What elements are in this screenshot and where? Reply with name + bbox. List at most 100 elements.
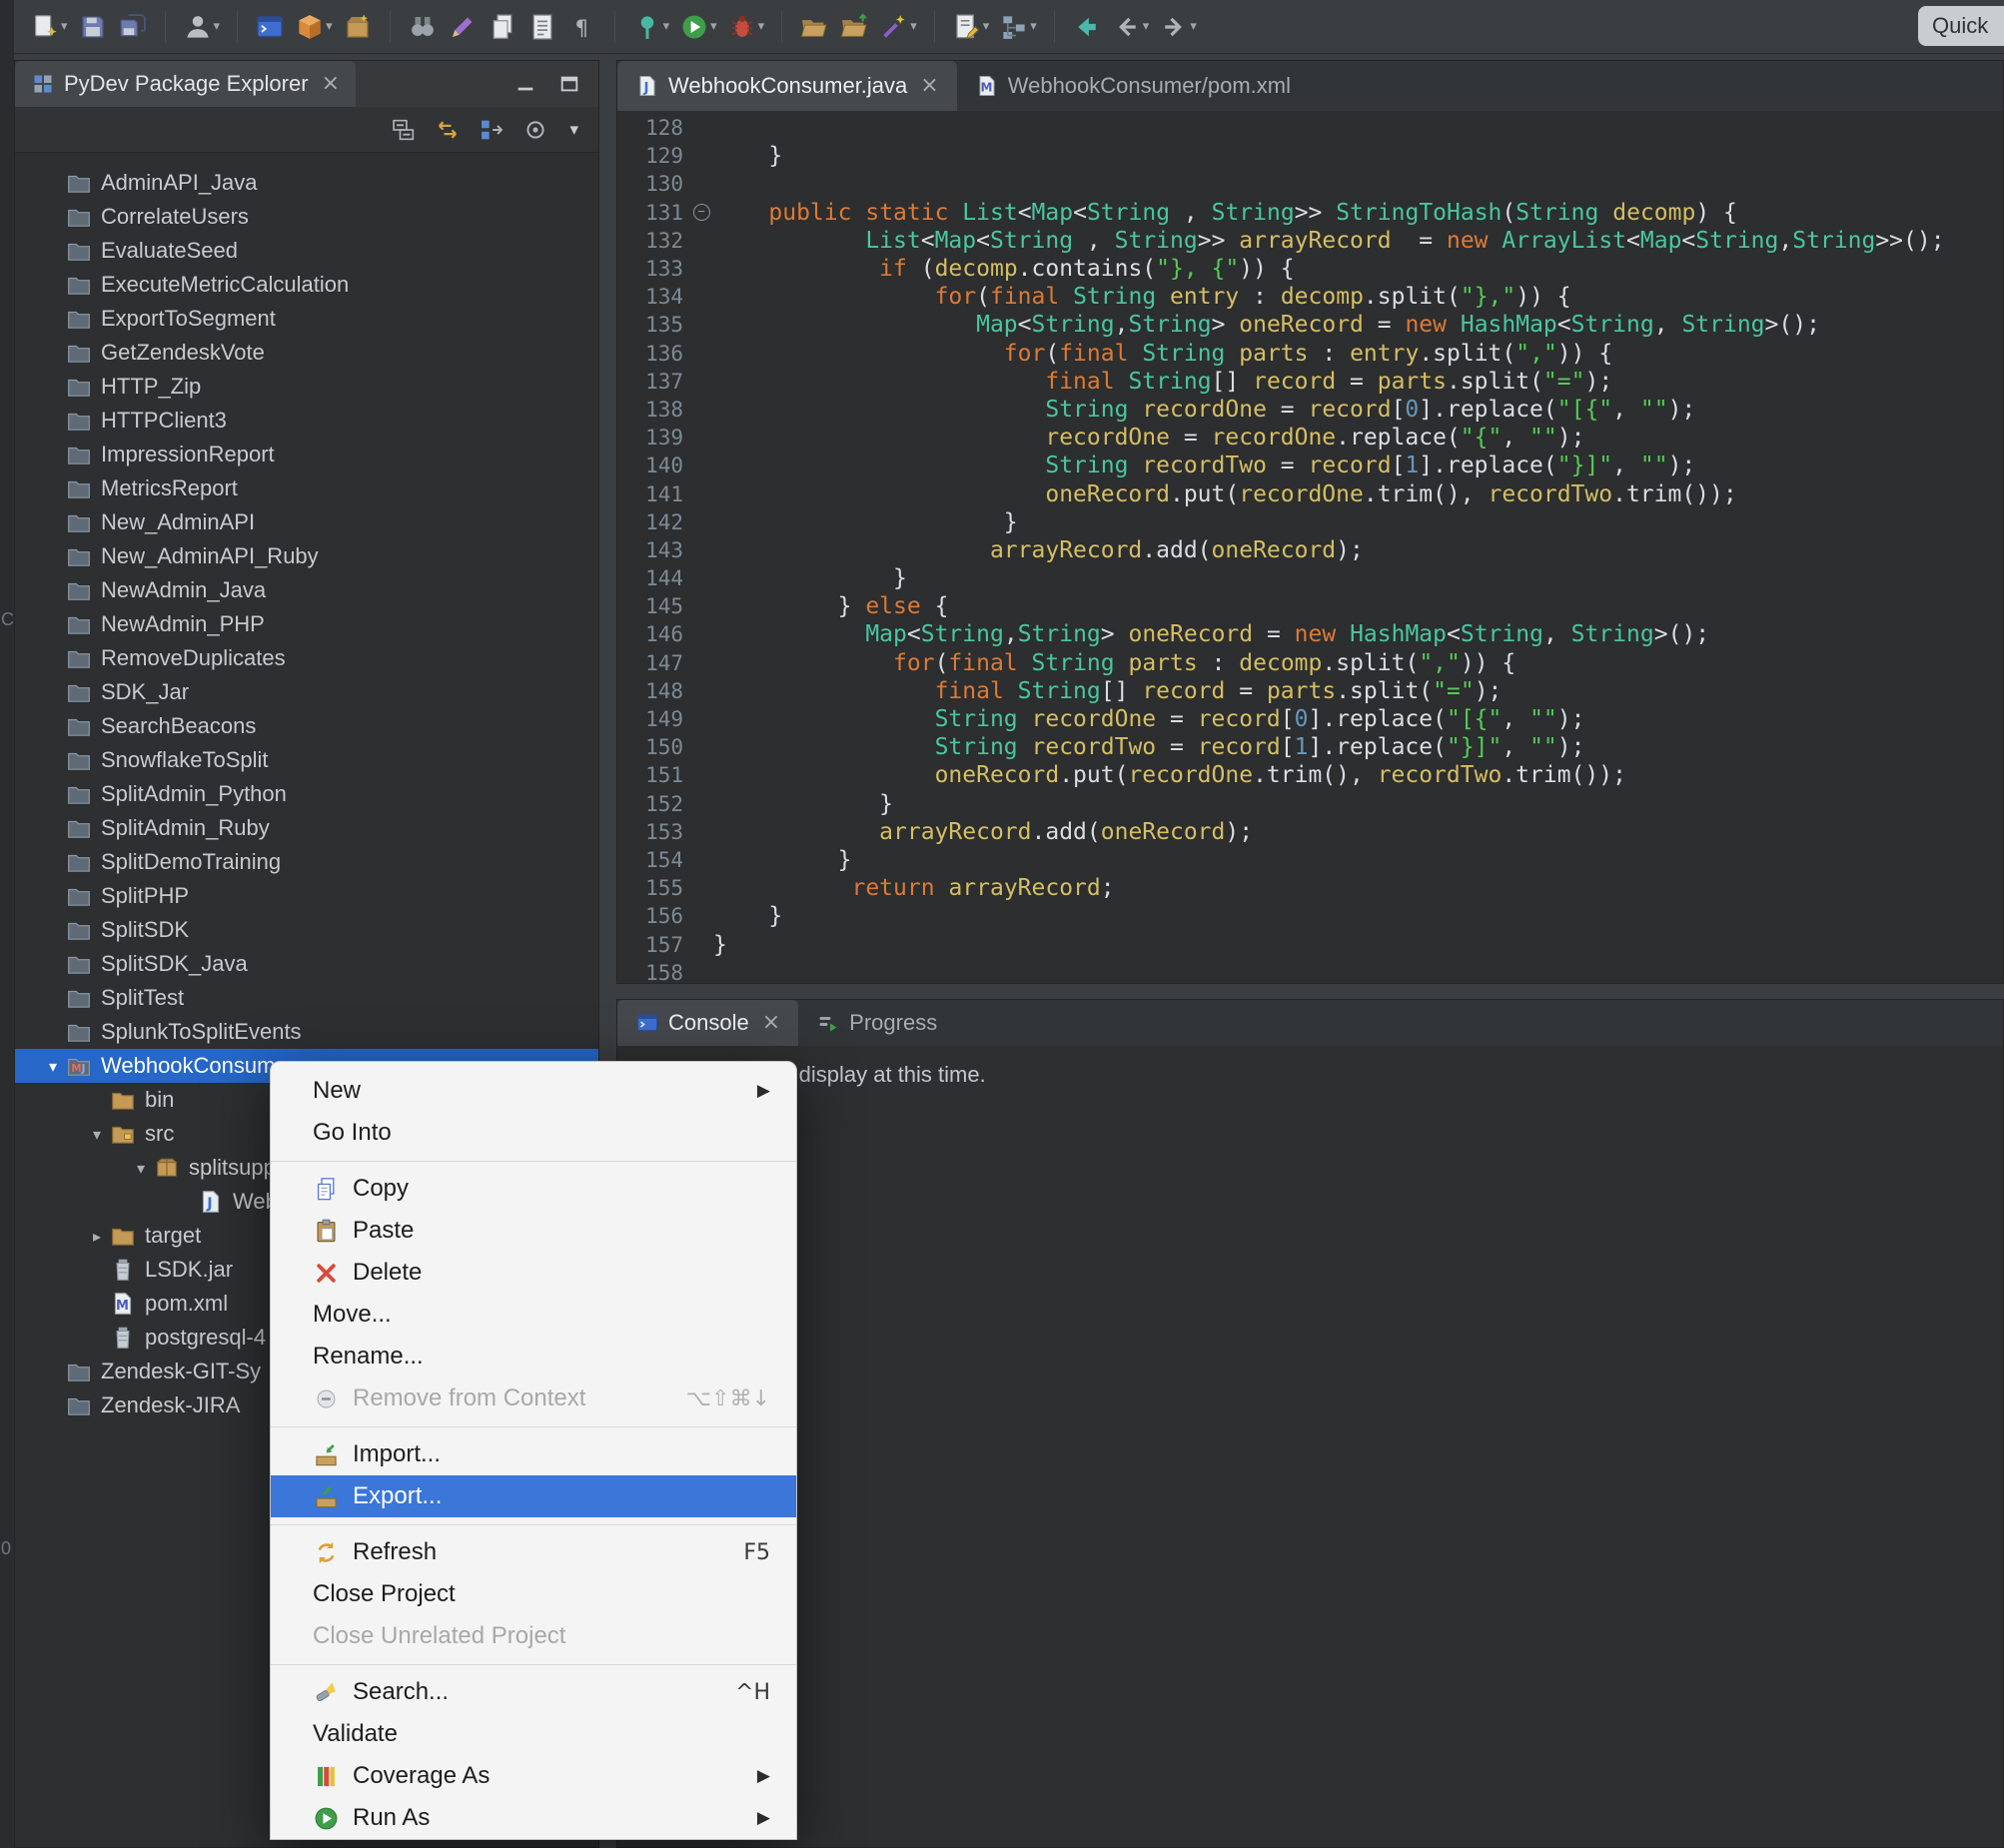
toolbar-group: ▾ bbox=[797, 10, 919, 44]
menu-item-new[interactable]: New▶ bbox=[271, 1070, 796, 1112]
menu-item-search-[interactable]: Search...^H bbox=[271, 1671, 796, 1713]
back-teal-button[interactable] bbox=[1070, 10, 1104, 44]
menu-item-paste[interactable]: Paste bbox=[271, 1210, 796, 1252]
chevron-down-icon[interactable]: ▾ bbox=[1143, 19, 1150, 34]
save-all-button[interactable] bbox=[116, 10, 150, 44]
chevron-down-icon[interactable]: ▾ bbox=[1030, 19, 1037, 34]
tree-item-SDK_Jar[interactable]: SDK_Jar bbox=[15, 675, 598, 709]
tree-item-HTTPClient3[interactable]: HTTPClient3 bbox=[15, 404, 598, 438]
tree-item-SplitDemoTraining[interactable]: SplitDemoTraining bbox=[15, 845, 598, 879]
collapse-all-button[interactable] bbox=[388, 114, 420, 146]
explorer-tab[interactable]: PyDev Package Explorer × bbox=[15, 61, 356, 107]
chevron-down-icon[interactable]: ▾ bbox=[663, 19, 670, 34]
chevron-down-icon[interactable]: ▾ bbox=[983, 19, 990, 34]
package-button[interactable]: ▾ bbox=[293, 10, 335, 44]
tree-item-GetZendeskVote[interactable]: GetZendeskVote bbox=[15, 336, 598, 370]
minimize-icon[interactable] bbox=[514, 73, 536, 95]
close-icon[interactable]: × bbox=[762, 1012, 780, 1034]
chevron-down-icon[interactable]: ▾ bbox=[710, 19, 717, 34]
menu-item-close-project[interactable]: Close Project bbox=[271, 1573, 796, 1615]
close-icon[interactable]: × bbox=[920, 75, 938, 97]
chevron-down-icon[interactable]: ▾ bbox=[214, 19, 221, 34]
tree-item-SplitAdmin_Python[interactable]: SplitAdmin_Python bbox=[15, 777, 598, 811]
pen-button[interactable] bbox=[446, 10, 480, 44]
arrow-right-button[interactable]: ▾ bbox=[1157, 10, 1199, 44]
tree-item-HTTP_Zip[interactable]: HTTP_Zip bbox=[15, 370, 598, 404]
tab-Console[interactable]: Console× bbox=[617, 1000, 798, 1046]
menu-item-rename-[interactable]: Rename... bbox=[271, 1336, 796, 1378]
chevron-down-icon[interactable]: ▾ bbox=[910, 19, 917, 34]
watch-button[interactable] bbox=[406, 10, 440, 44]
maximize-icon[interactable] bbox=[558, 73, 580, 95]
focus-button[interactable] bbox=[519, 114, 551, 146]
chevron-down-icon[interactable]: ▾ bbox=[61, 19, 68, 34]
tree-item-SplitAdmin_Ruby[interactable]: SplitAdmin_Ruby bbox=[15, 811, 598, 845]
tree-item-CorrelateUsers[interactable]: CorrelateUsers bbox=[15, 200, 598, 234]
tree-item-New_AdminAPI[interactable]: New_AdminAPI bbox=[15, 505, 598, 539]
chevron-down-icon[interactable]: ▾ bbox=[128, 1159, 154, 1178]
tab-WebhookConsumer.java[interactable]: JWebhookConsumer.java× bbox=[617, 61, 957, 111]
chevron-down-icon[interactable]: ▾ bbox=[326, 19, 333, 34]
tree-item-EvaluateSeed[interactable]: EvaluateSeed bbox=[15, 234, 598, 268]
chevron-down-icon[interactable]: ▾ bbox=[758, 19, 765, 34]
hierarchy-button[interactable]: ▾ bbox=[997, 10, 1039, 44]
chevron-right-icon[interactable]: ▸ bbox=[84, 1227, 110, 1246]
run-button[interactable]: ▾ bbox=[677, 10, 719, 44]
close-icon[interactable]: × bbox=[322, 73, 340, 95]
menu-item-run-as[interactable]: Run As▶ bbox=[271, 1797, 796, 1839]
save-button[interactable] bbox=[76, 10, 110, 44]
tree-item-SearchBeacons[interactable]: SearchBeacons bbox=[15, 709, 598, 743]
tree-item-RemoveDuplicates[interactable]: RemoveDuplicates bbox=[15, 641, 598, 675]
tree-item-SplitSDK[interactable]: SplitSDK bbox=[15, 913, 598, 947]
tree-item-SplunkToSplitEvents[interactable]: SplunkToSplitEvents bbox=[15, 1015, 598, 1049]
chevron-down-icon[interactable]: ▾ bbox=[40, 1057, 66, 1076]
chevron-down-icon[interactable]: ▾ bbox=[1190, 19, 1197, 34]
menu-item-go-into[interactable]: Go Into bbox=[271, 1112, 796, 1154]
wand-button[interactable]: ▾ bbox=[877, 10, 919, 44]
menu-item-validate[interactable]: Validate bbox=[271, 1713, 796, 1755]
tree-item-AdminAPI_Java[interactable]: AdminAPI_Java bbox=[15, 166, 598, 200]
tree-item-SplitSDK_Java[interactable]: SplitSDK_Java bbox=[15, 947, 598, 981]
folder-open-button[interactable] bbox=[797, 10, 831, 44]
tree-item-ImpressionReport[interactable]: ImpressionReport bbox=[15, 438, 598, 471]
tree-item-SplitPHP[interactable]: SplitPHP bbox=[15, 879, 598, 913]
profile-button[interactable]: ▾ bbox=[725, 10, 767, 44]
tree-item-SnowflakeToSplit[interactable]: SnowflakeToSplit bbox=[15, 743, 598, 777]
doc-list-button[interactable] bbox=[525, 10, 559, 44]
folder-open2-button[interactable] bbox=[837, 10, 871, 44]
tab-label: Progress bbox=[849, 1010, 937, 1036]
copy-docs-button[interactable] bbox=[486, 10, 519, 44]
fold-collapse-icon[interactable]: − bbox=[693, 204, 710, 221]
tab-WebhookConsumer/pom.xml[interactable]: MWebhookConsumer/pom.xml bbox=[957, 61, 1309, 111]
pkg-presentation-button[interactable] bbox=[476, 114, 507, 146]
tree-item-New_AdminAPI_Ruby[interactable]: New_AdminAPI_Ruby bbox=[15, 539, 598, 573]
link-editor-button[interactable] bbox=[432, 114, 464, 146]
tree-item-label: MetricsReport bbox=[101, 475, 238, 501]
tab-Progress[interactable]: Progress bbox=[798, 1000, 955, 1046]
chevron-down-icon[interactable]: ▾ bbox=[84, 1125, 110, 1144]
new-wizard-button[interactable]: ▾ bbox=[28, 10, 70, 44]
arrow-left-button[interactable]: ▾ bbox=[1110, 10, 1152, 44]
tree-item-NewAdmin_Java[interactable]: NewAdmin_Java bbox=[15, 573, 598, 607]
user-button[interactable]: ▾ bbox=[181, 10, 223, 44]
pin-button[interactable]: ▾ bbox=[630, 10, 672, 44]
pilcrow-button[interactable]: ¶ bbox=[565, 10, 599, 44]
tree-item-NewAdmin_PHP[interactable]: NewAdmin_PHP bbox=[15, 607, 598, 641]
console-view-button[interactable] bbox=[253, 10, 287, 44]
menu-item-export-[interactable]: Export... bbox=[271, 1475, 796, 1517]
quick-access-box[interactable]: Quick bbox=[1918, 6, 2004, 46]
menu-item-copy[interactable]: Copy bbox=[271, 1168, 796, 1210]
plugin-button[interactable] bbox=[341, 10, 375, 44]
tree-item-ExecuteMetricCalculation[interactable]: ExecuteMetricCalculation bbox=[15, 268, 598, 302]
tree-item-SplitTest[interactable]: SplitTest bbox=[15, 981, 598, 1015]
view-menu-icon[interactable]: ▾ bbox=[563, 120, 584, 140]
menu-item-import-[interactable]: Import... bbox=[271, 1433, 796, 1475]
doc-edit-button[interactable]: ▾ bbox=[950, 10, 992, 44]
code-editor[interactable]: 128129 }130131− public static List<Map<S… bbox=[617, 111, 2003, 983]
menu-item-move-[interactable]: Move... bbox=[271, 1294, 796, 1336]
menu-item-delete[interactable]: Delete bbox=[271, 1252, 796, 1294]
menu-item-refresh[interactable]: RefreshF5 bbox=[271, 1531, 796, 1573]
tree-item-MetricsReport[interactable]: MetricsReport bbox=[15, 471, 598, 505]
menu-item-coverage-as[interactable]: Coverage As▶ bbox=[271, 1755, 796, 1797]
tree-item-ExportToSegment[interactable]: ExportToSegment bbox=[15, 302, 598, 336]
